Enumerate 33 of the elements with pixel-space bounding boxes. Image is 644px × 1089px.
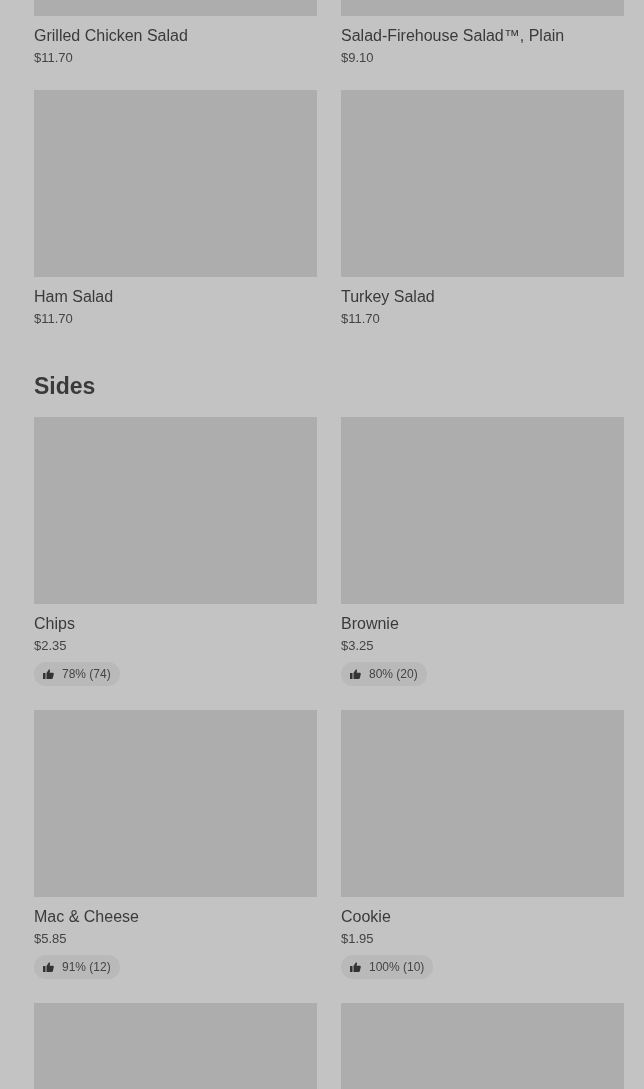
item-price: $5.85: [34, 930, 68, 947]
thumbs-up-icon: [43, 961, 54, 972]
rating-text: 78% (74): [62, 665, 111, 683]
section-heading: Sides: [34, 373, 97, 401]
menu-item[interactable]: Brownie $3.25 80% (20): [341, 416, 624, 686]
rating-text: 91% (12): [62, 958, 111, 976]
item-name: Turkey Salad: [341, 287, 436, 307]
item-name: Brownie: [341, 613, 400, 634]
item-name: Grilled Chicken Salad: [34, 26, 189, 46]
menu-item[interactable]: Salad-Firehouse Salad™, Plain $9.10: [341, 0, 624, 66]
thumbs-up-icon: [350, 961, 361, 972]
menu-item[interactable]: Ham Salad $11.70: [34, 90, 317, 327]
item-price: $11.70: [34, 311, 74, 327]
thumbs-up-icon: [43, 668, 54, 679]
item-name: Cookie: [341, 906, 392, 927]
menu-item[interactable]: Cookie $1.95 100% (10): [341, 709, 624, 979]
menu-item[interactable]: Mac & Cheese $5.85 91% (12): [34, 709, 317, 979]
item-price: $1.95: [341, 930, 375, 947]
menu-item[interactable]: Chips $2.35 78% (74): [34, 416, 317, 686]
item-name: Salad-Firehouse Salad™, Plain: [341, 26, 566, 46]
thumbs-up-icon: [350, 668, 361, 679]
item-price: $11.70: [341, 311, 381, 327]
item-price: $3.25: [341, 637, 375, 654]
menu-item[interactable]: Grilled Chicken Salad $11.70: [34, 0, 317, 66]
menu-item[interactable]: Turkey Salad $11.70: [341, 90, 624, 327]
item-price: $11.70: [34, 50, 74, 66]
item-price: $9.10: [341, 50, 375, 66]
rating-text: 100% (10): [369, 958, 425, 976]
item-price: $2.35: [34, 637, 68, 654]
item-name: Chips: [34, 613, 76, 634]
rating-text: 80% (20): [369, 665, 418, 683]
item-name: Ham Salad: [34, 287, 115, 307]
item-name: Mac & Cheese: [34, 906, 140, 927]
